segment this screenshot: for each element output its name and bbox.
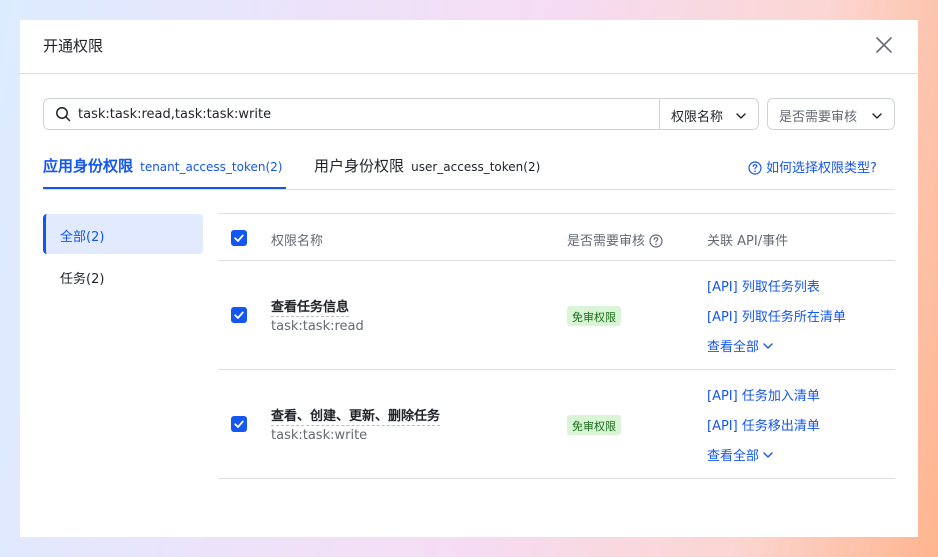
sidebar-item-task[interactable]: 任务(2): [43, 256, 203, 296]
column-header-name: 权限名称: [271, 234, 324, 249]
review-filter-select[interactable]: 是否需要审核: [767, 98, 895, 130]
review-badge: 免审权限: [567, 306, 621, 326]
column-header-api: 关联 API/事件: [707, 234, 789, 249]
view-all-link[interactable]: 查看全部: [707, 445, 773, 464]
view-all-link[interactable]: 查看全部: [707, 336, 773, 355]
tab-tenant-identity[interactable]: 应用身份权限 tenant_access_token(2): [43, 155, 282, 176]
view-all-label: 查看全部: [707, 449, 760, 464]
chevron-down-icon: [763, 452, 773, 458]
question-circle-icon[interactable]: [649, 234, 663, 248]
sidebar-item-label: 全部(2): [60, 230, 105, 245]
permission-name: 查看、创建、更新、删除任务: [271, 405, 441, 426]
review-filter-placeholder: 是否需要审核: [779, 110, 858, 125]
tab-label: 用户身份权限: [314, 157, 405, 175]
search-field-select-label: 权限名称: [671, 110, 724, 125]
dialog-title: 开通权限: [43, 37, 104, 55]
dialog-header: 开通权限: [20, 20, 918, 74]
row-checkbox[interactable]: [231, 416, 247, 432]
question-circle-icon: [748, 161, 762, 175]
api-link[interactable]: [API] 任务移出清单: [707, 415, 820, 434]
help-link-label: 如何选择权限类型?: [766, 161, 877, 176]
chevron-down-icon: [872, 110, 882, 120]
permission-dialog: 开通权限 权限名称 是否需要审核 应用身份权限 tenant_access_to…: [20, 20, 918, 537]
tab-sub-label: tenant_access_token(2): [140, 160, 283, 174]
active-tab-indicator: [43, 187, 286, 189]
review-badge: 免审权限: [567, 415, 621, 435]
chevron-down-icon: [763, 343, 773, 349]
table-header: 权限名称 是否需要审核 关联 API/事件: [218, 213, 895, 261]
permission-key: task:task:write: [271, 428, 368, 443]
search-input[interactable]: [78, 99, 648, 129]
api-link[interactable]: [API] 任务加入清单: [707, 385, 820, 404]
view-all-label: 查看全部: [707, 340, 760, 355]
identity-tabs: 应用身份权限 tenant_access_token(2) 用户身份权限 use…: [43, 145, 895, 190]
sidebar-item-all[interactable]: 全部(2): [43, 214, 203, 254]
api-link[interactable]: [API] 列取任务列表: [707, 276, 820, 295]
table-row: 查看任务信息 task:task:read 免审权限 [API] 列取任务列表 …: [218, 261, 895, 370]
column-header-review: 是否需要审核: [567, 230, 663, 249]
help-link[interactable]: 如何选择权限类型?: [748, 157, 877, 176]
search-field-select[interactable]: 权限名称: [659, 98, 759, 130]
permission-key: task:task:read: [271, 319, 364, 334]
tab-sub-label: user_access_token(2): [411, 160, 541, 174]
tab-user-identity[interactable]: 用户身份权限 user_access_token(2): [314, 155, 540, 176]
permission-name: 查看任务信息: [271, 296, 350, 317]
close-icon[interactable]: [873, 34, 895, 56]
tab-label: 应用身份权限: [43, 157, 134, 175]
api-link[interactable]: [API] 列取任务所在清单: [707, 306, 846, 325]
sidebar-item-label: 任务(2): [60, 272, 105, 287]
select-all-checkbox[interactable]: [231, 230, 247, 246]
chevron-down-icon: [736, 110, 746, 120]
search-icon: [55, 106, 71, 122]
row-checkbox[interactable]: [231, 307, 247, 323]
column-header-review-label: 是否需要审核: [567, 234, 646, 249]
table-row: 查看、创建、更新、删除任务 task:task:write 免审权限 [API]…: [218, 370, 895, 479]
search-box: [43, 98, 660, 130]
